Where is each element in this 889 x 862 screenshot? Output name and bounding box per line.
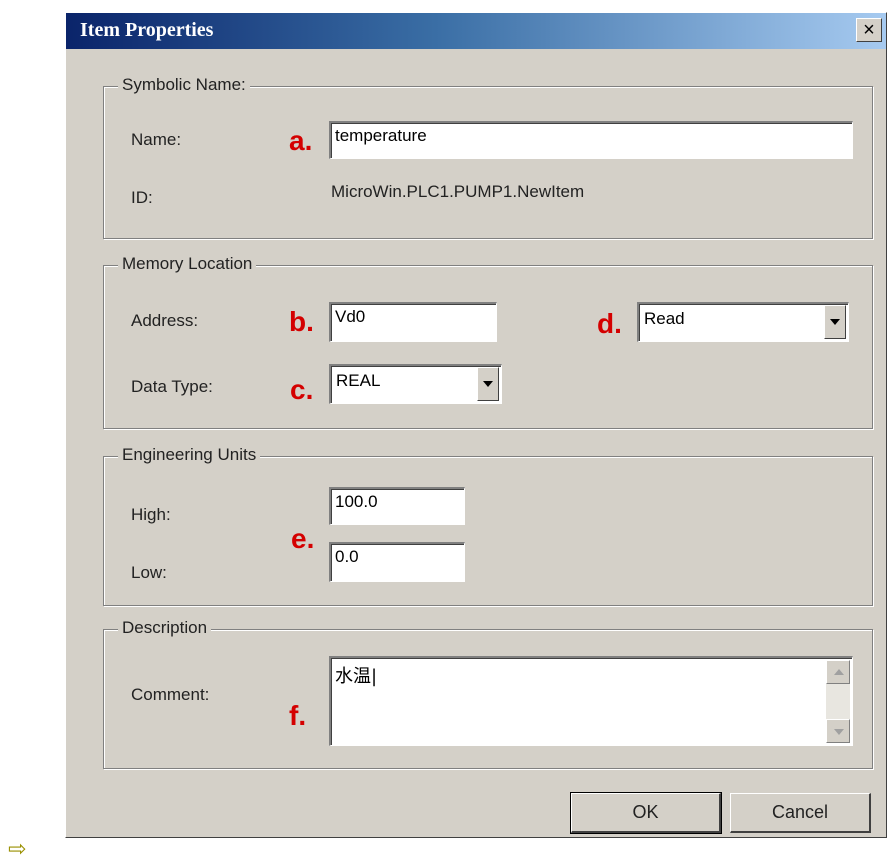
id-label: ID:: [131, 188, 153, 207]
access-select[interactable]: Read: [637, 302, 849, 342]
access-marker: d.: [597, 308, 622, 339]
engineering-units-legend: Engineering Units: [118, 445, 261, 465]
low-input[interactable]: 0.0: [329, 542, 465, 582]
scroll-up-button[interactable]: [826, 660, 850, 684]
access-dropdown-button[interactable]: [824, 305, 846, 339]
id-value: MicroWin.PLC1.PUMP1.NewItem: [331, 182, 585, 201]
address-label: Address:: [131, 311, 199, 330]
comment-label: Comment:: [131, 685, 210, 704]
comment-marker: f.: [289, 700, 307, 731]
high-input[interactable]: 100.0: [329, 487, 465, 525]
comment-text: 水温|: [335, 666, 378, 687]
memory-location-group: Memory Location Address: b. Vd0 d. Read …: [103, 254, 873, 429]
title-bar[interactable]: Item Properties ×: [66, 13, 886, 49]
description-legend: Description: [118, 618, 212, 638]
high-label: High:: [131, 505, 171, 524]
address-input[interactable]: Vd0: [329, 302, 497, 342]
dropdown-arrow-icon: [483, 381, 493, 387]
comment-textarea[interactable]: 水温|: [329, 656, 853, 746]
cancel-button[interactable]: Cancel: [730, 793, 871, 833]
low-label: Low:: [131, 563, 167, 582]
name-input[interactable]: temperature: [329, 121, 853, 159]
engineering-units-group: Engineering Units High: 100.0 e. Low: 0.…: [103, 445, 873, 606]
memory-location-legend: Memory Location: [118, 254, 257, 274]
name-marker: a.: [289, 125, 313, 156]
scroll-down-button[interactable]: [826, 719, 850, 743]
scroll-down-icon: [834, 729, 844, 735]
description-group: Description Comment: f. 水温|: [103, 618, 873, 769]
datatype-dropdown-button[interactable]: [477, 367, 499, 401]
ok-button[interactable]: OK: [570, 792, 722, 834]
symbolic-name-legend: Symbolic Name:: [118, 75, 250, 95]
item-properties-dialog: Item Properties × Symbolic Name: Name: a…: [65, 12, 887, 838]
access-select-value: Read: [637, 302, 849, 342]
close-button[interactable]: ×: [856, 18, 882, 42]
datatype-label: Data Type:: [131, 377, 213, 396]
units-marker: e.: [291, 523, 315, 554]
address-marker: b.: [289, 306, 314, 337]
scroll-up-icon: [834, 669, 844, 675]
datatype-marker: c.: [290, 374, 314, 405]
name-label: Name:: [131, 130, 182, 149]
dialog-title: Item Properties: [80, 19, 214, 41]
datatype-select[interactable]: REAL: [329, 364, 502, 404]
arrow-right-icon: ⇨: [8, 836, 27, 861]
comment-scrollbar[interactable]: [826, 660, 850, 743]
dropdown-arrow-icon: [830, 319, 840, 325]
symbolic-name-group: Symbolic Name: Name: a. temperature ID: …: [103, 75, 873, 239]
close-icon: ×: [863, 19, 875, 41]
